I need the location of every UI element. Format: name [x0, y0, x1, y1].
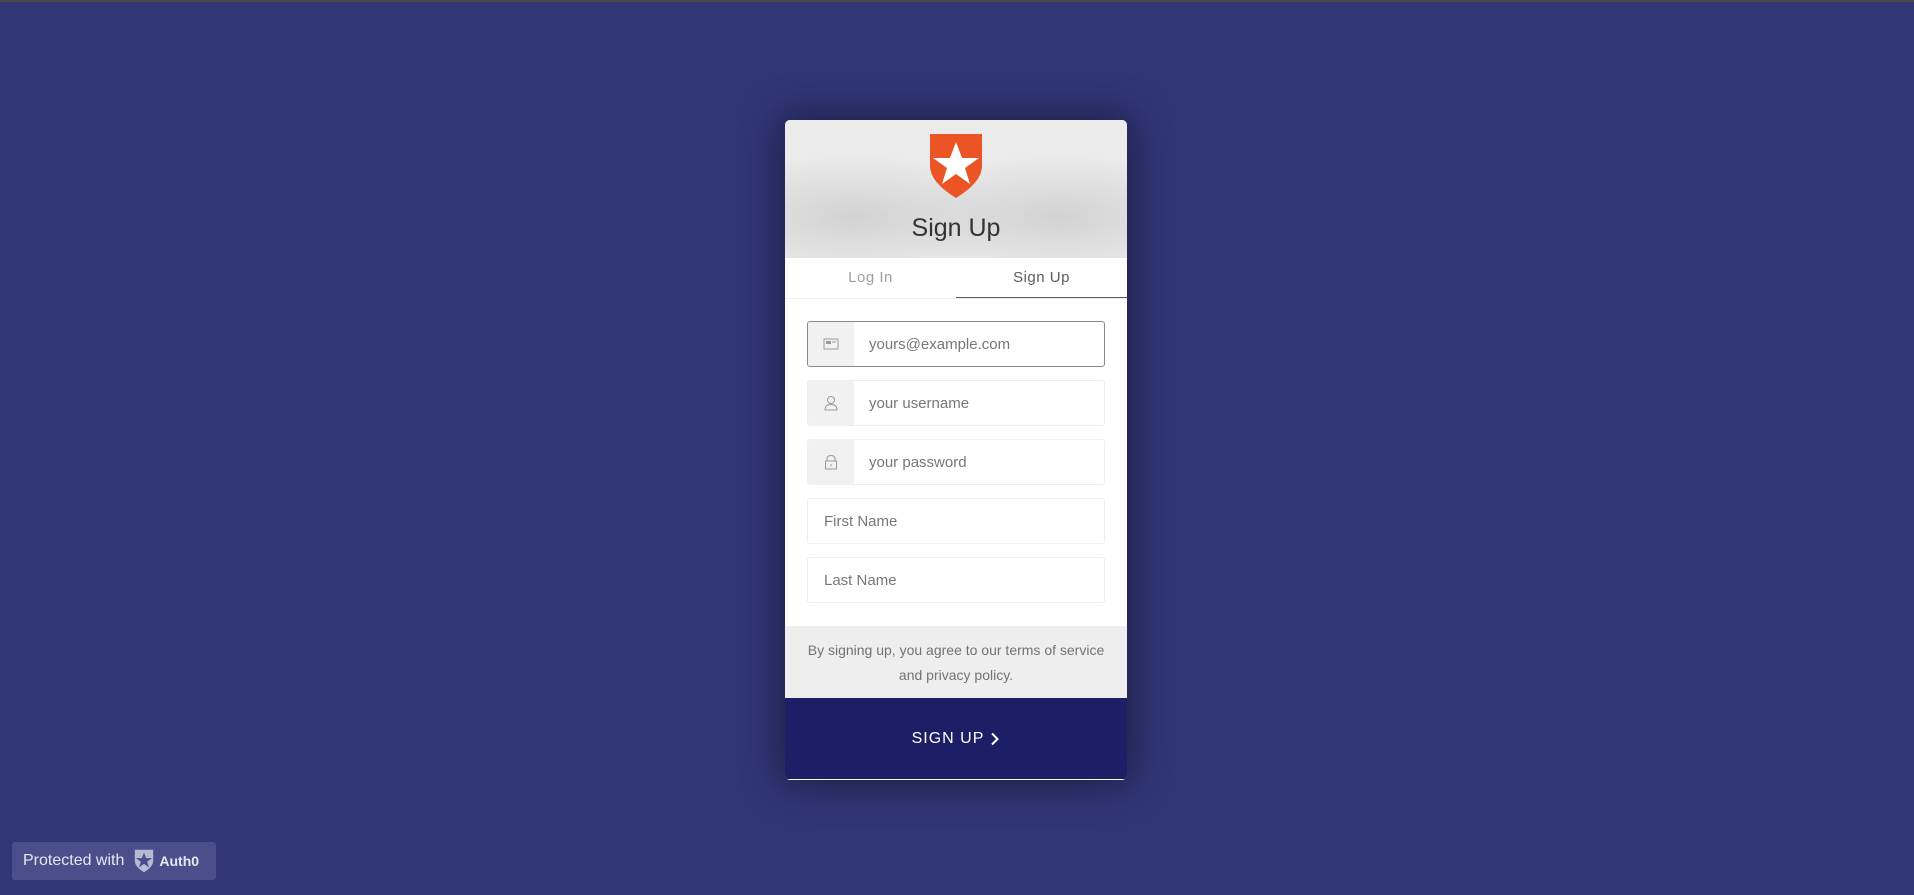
protected-with-auth0-badge[interactable]: Protected with Auth0: [12, 842, 216, 880]
chevron-right-icon: [991, 732, 1000, 745]
username-input[interactable]: [854, 381, 1104, 425]
lock-icon: [808, 440, 854, 484]
auth0-badge-logo-icon: [135, 849, 154, 873]
terms-notice: By signing up, you agree to our terms of…: [785, 626, 1127, 698]
sign-up-button[interactable]: SIGN UP: [785, 698, 1127, 779]
first-name-field: [807, 498, 1105, 544]
tab-log-in[interactable]: Log In: [785, 258, 956, 298]
password-input[interactable]: [854, 440, 1104, 484]
badge-prefix: Protected with: [23, 852, 125, 869]
top-border: [0, 0, 1914, 2]
signup-form: [785, 299, 1127, 626]
user-icon: [808, 381, 854, 425]
auth-tabs: Log In Sign Up: [785, 258, 1127, 299]
username-field: [807, 380, 1105, 426]
badge-brand: Auth0: [159, 853, 200, 869]
last-name-field: [807, 557, 1105, 603]
auth0-logo-icon: [930, 134, 982, 198]
first-name-input[interactable]: [808, 499, 1104, 543]
envelope-icon: [808, 322, 854, 366]
widget-header: Sign Up: [785, 120, 1127, 258]
signup-widget: Sign Up Log In Sign Up yours@example.com…: [785, 120, 1127, 780]
widget-title: Sign Up: [911, 214, 1001, 242]
last-name-input[interactable]: [808, 558, 1104, 602]
sign-up-button-label: SIGN UP: [911, 729, 985, 747]
tab-sign-up[interactable]: Sign Up: [956, 258, 1127, 298]
password-field: [807, 439, 1105, 485]
email-input[interactable]: [854, 322, 1104, 366]
email-field: [807, 321, 1105, 367]
